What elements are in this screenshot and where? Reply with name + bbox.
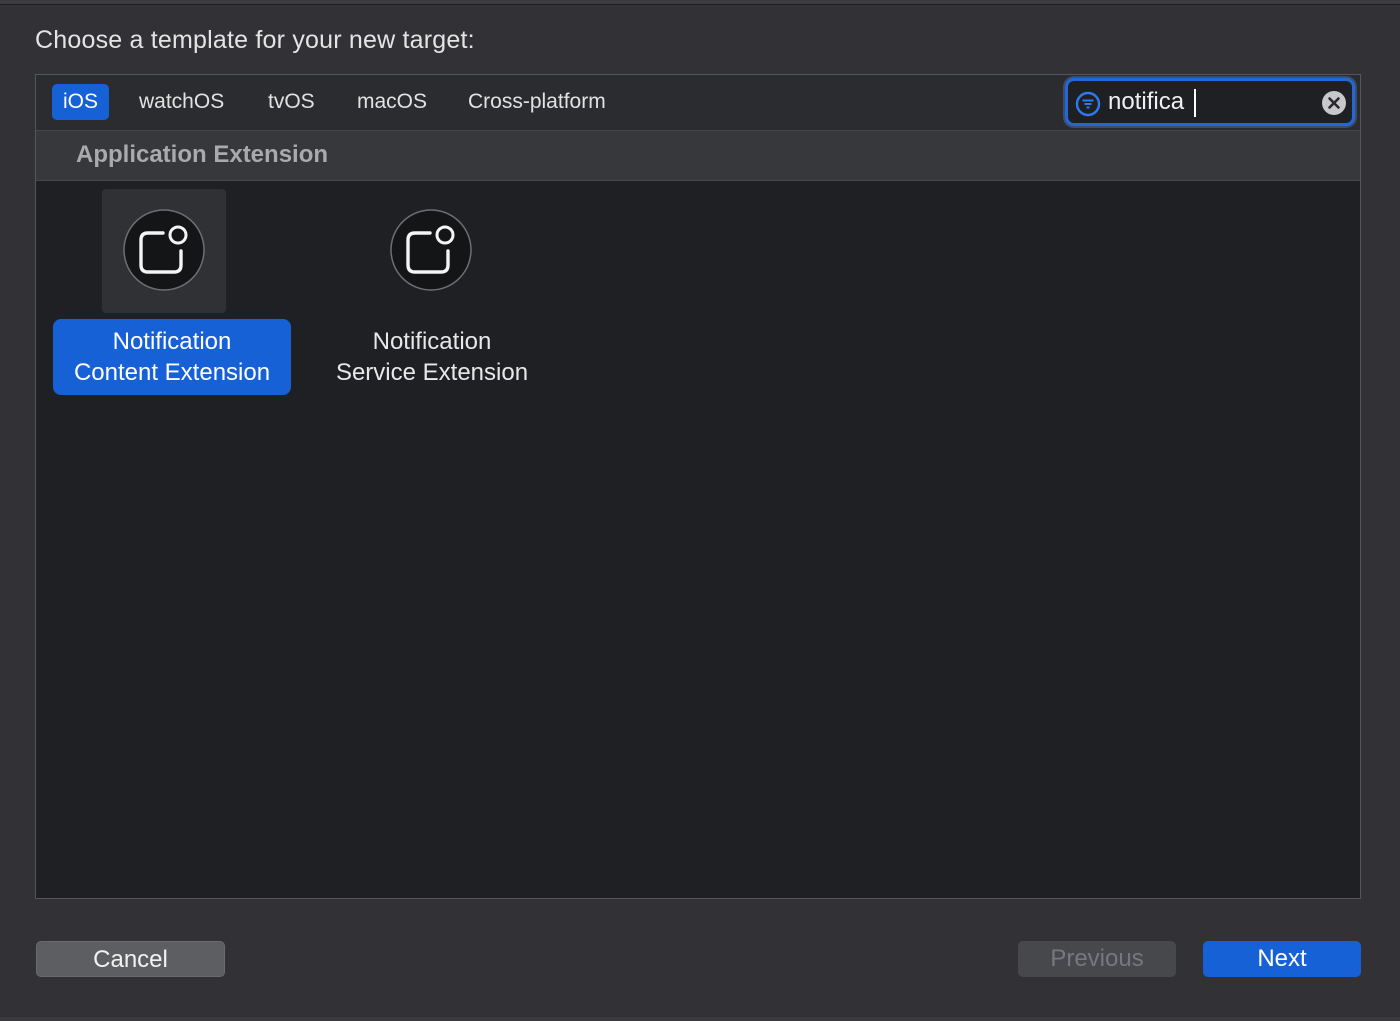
search-input[interactable] <box>1108 85 1308 119</box>
template-label-line2: Content Extension <box>73 359 271 386</box>
template-notification-content-extension[interactable]: Notification Content Extension <box>45 181 291 401</box>
tab-cross-platform[interactable]: Cross-platform <box>457 84 617 120</box>
template-label-line2: Service Extension <box>335 359 529 386</box>
tab-macos[interactable]: macOS <box>346 84 438 120</box>
template-panel: iOS watchOS tvOS macOS Cross-platform Ap… <box>35 74 1361 899</box>
platform-tab-bar: iOS watchOS tvOS macOS Cross-platform <box>36 75 1360 131</box>
tab-ios[interactable]: iOS <box>52 84 110 120</box>
next-button[interactable]: Next <box>1203 941 1361 977</box>
window-bottom-edge <box>0 1017 1400 1021</box>
previous-button[interactable]: Previous <box>1018 941 1176 977</box>
notification-extension-icon <box>390 209 472 291</box>
tab-watchos[interactable]: watchOS <box>128 84 235 120</box>
template-search-field[interactable] <box>1065 78 1355 126</box>
cancel-button[interactable]: Cancel <box>36 941 225 977</box>
section-title: Application Extension <box>76 141 329 168</box>
section-header: Application Extension <box>36 131 1360 181</box>
window-top-edge <box>0 0 1400 5</box>
filter-icon[interactable] <box>1075 91 1101 117</box>
template-label[interactable]: Notification Content Extension <box>53 319 291 395</box>
template-label[interactable]: Notification Service Extension <box>312 319 552 388</box>
tab-tvos[interactable]: tvOS <box>257 84 326 120</box>
template-icon-tile[interactable] <box>369 189 493 313</box>
template-label-line1: Notification <box>112 328 232 355</box>
clear-icon[interactable] <box>1321 90 1347 116</box>
template-notification-service-extension[interactable]: Notification Service Extension <box>312 181 552 401</box>
text-caret <box>1194 89 1196 117</box>
template-icon-tile[interactable] <box>102 189 226 313</box>
template-label-line1: Notification <box>372 328 492 355</box>
dialog-prompt: Choose a template for your new target: <box>35 26 475 54</box>
notification-extension-icon <box>123 209 205 291</box>
